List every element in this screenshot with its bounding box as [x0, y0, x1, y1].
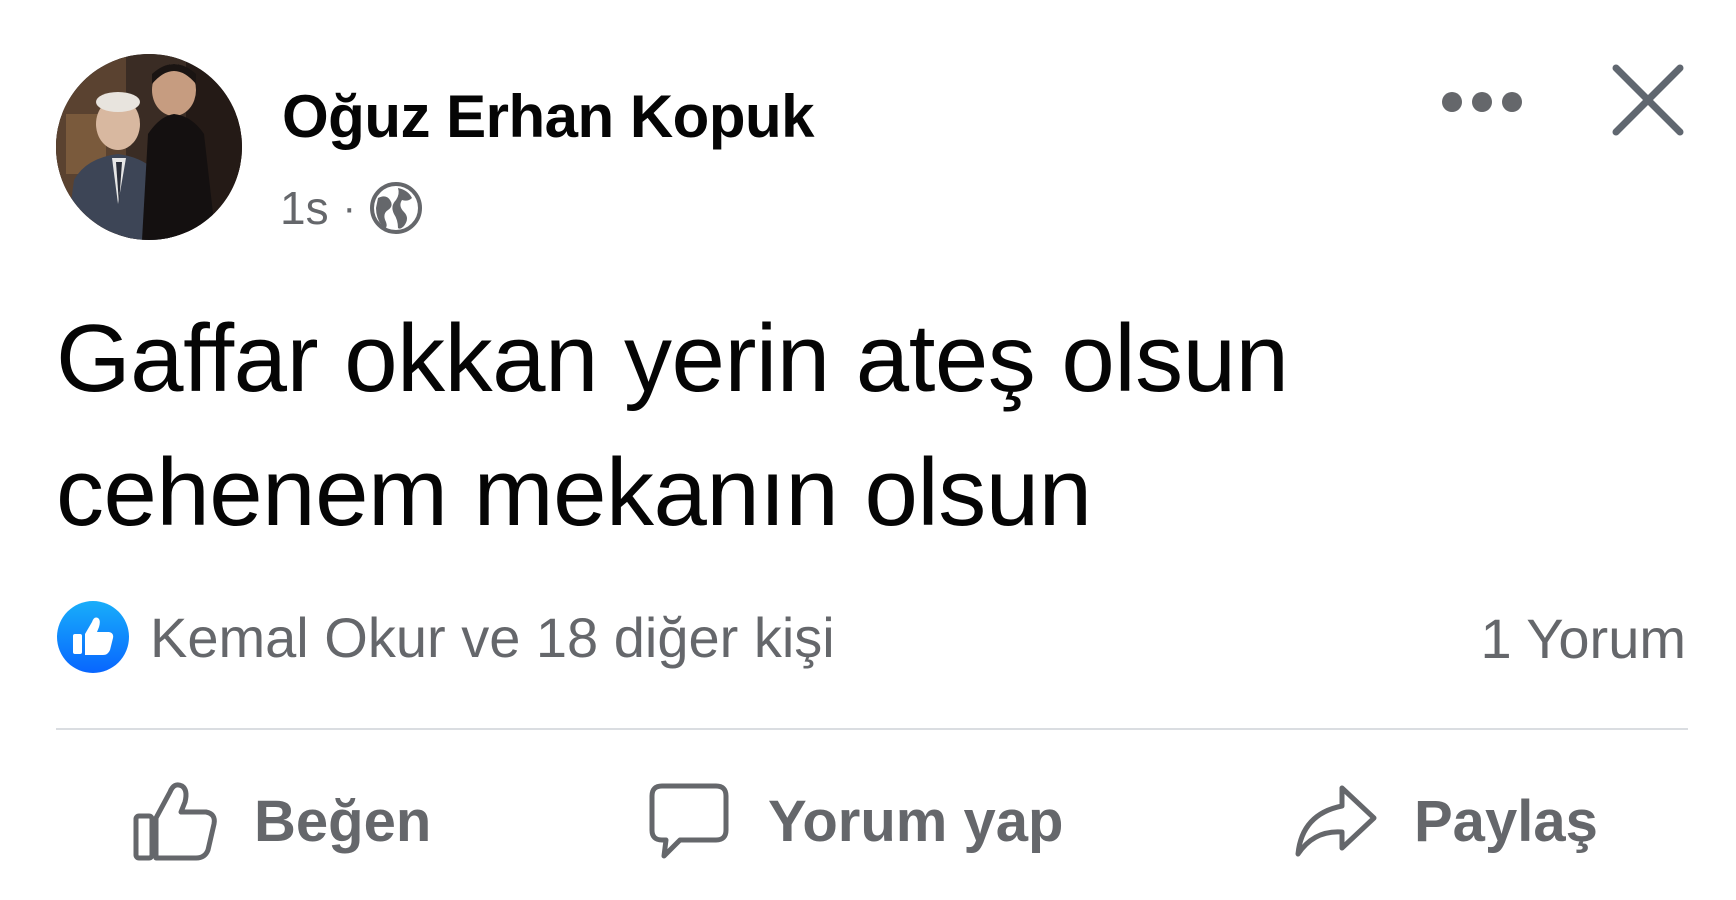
comment-icon: [649, 783, 729, 859]
more-options-button[interactable]: [1440, 80, 1524, 124]
post-text-line: Gaffar okkan yerin ateş olsun: [56, 305, 1289, 412]
reactions-text[interactable]: Kemal Okur ve 18 diğer kişi: [150, 605, 835, 670]
avatar-photo: [56, 54, 242, 240]
close-button[interactable]: [1610, 62, 1686, 138]
like-icon: [57, 601, 129, 673]
thumbs-up-icon: [133, 782, 217, 861]
share-icon: [1295, 785, 1377, 857]
like-button[interactable]: Beğen: [132, 778, 431, 864]
reactions-summary[interactable]: Kemal Okur ve 18 diğer kişi: [56, 600, 835, 674]
share-label: Paylaş: [1414, 788, 1598, 854]
post-card: Oğuz Erhan Kopuk 1s · Gaffar okkan yerin…: [0, 0, 1736, 900]
like-label: Beğen: [254, 788, 432, 854]
post-time[interactable]: 1s: [280, 181, 329, 235]
share-button[interactable]: Paylaş: [1292, 778, 1598, 864]
author-name[interactable]: Oğuz Erhan Kopuk: [282, 82, 815, 151]
comment-count[interactable]: 1 Yorum: [1481, 606, 1687, 671]
close-icon: [1612, 64, 1684, 136]
post-text-line: cehenem mekanın olsun: [56, 439, 1092, 546]
globe-icon[interactable]: [368, 180, 424, 236]
comment-label: Yorum yap: [768, 788, 1064, 854]
post-text: Gaffar okkan yerin ateş olsun cehenem me…: [56, 292, 1616, 560]
divider: [56, 728, 1688, 730]
comment-button[interactable]: Yorum yap: [646, 778, 1063, 864]
more-icon: [1442, 92, 1522, 112]
post-meta: 1s ·: [280, 180, 424, 236]
author-avatar[interactable]: [56, 54, 242, 240]
meta-separator: ·: [342, 185, 356, 230]
